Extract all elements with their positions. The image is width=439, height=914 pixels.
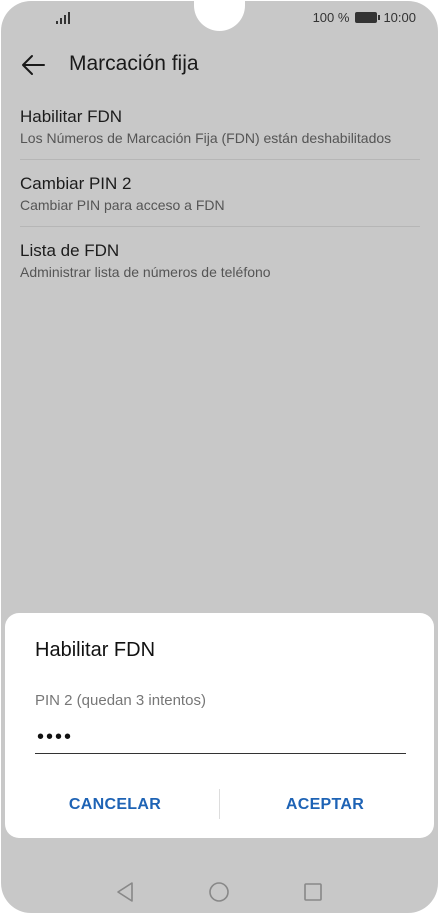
cancel-button[interactable]: CANCELAR (35, 787, 195, 823)
battery-icon (355, 12, 381, 23)
button-separator (219, 789, 220, 819)
clock: 10:00 (383, 10, 416, 25)
status-right: 100 % 10:00 (313, 10, 416, 25)
square-recent-icon[interactable] (301, 880, 325, 904)
pin-input[interactable] (35, 721, 406, 754)
app-bar: Marcación fija (1, 35, 438, 93)
setting-change-pin2[interactable]: Cambiar PIN 2 Cambiar PIN para acceso a … (1, 160, 438, 226)
circle-home-icon[interactable] (207, 880, 231, 904)
setting-subtitle: Cambiar PIN para acceso a FDN (20, 197, 225, 213)
navigation-bar (1, 867, 438, 913)
setting-enable-fdn[interactable]: Habilitar FDN Los Números de Marcación F… (1, 93, 438, 159)
dialog-title: Habilitar FDN (35, 639, 156, 661)
triangle-back-icon[interactable] (113, 880, 137, 904)
pin-dialog: Habilitar FDN PIN 2 (quedan 3 intentos) … (5, 613, 434, 838)
setting-subtitle: Administrar lista de números de teléfono (20, 264, 271, 280)
battery-percent: 100 % (312, 10, 350, 25)
arrow-left-icon[interactable] (19, 51, 47, 79)
accept-button[interactable]: ACEPTAR (245, 787, 405, 823)
status-bar: 100 % 10:00 (1, 1, 438, 35)
setting-subtitle: Los Números de Marcación Fija (FDN) está… (20, 130, 392, 146)
page-title: Marcación fija (69, 52, 199, 75)
signal-icon (56, 12, 70, 24)
phone-screen: 100 % 10:00 Marcación fija Habilitar FDN… (1, 1, 438, 913)
settings-list: Habilitar FDN Los Números de Marcación F… (1, 93, 438, 293)
setting-fdn-list[interactable]: Lista de FDN Administrar lista de número… (1, 227, 438, 293)
setting-title: Lista de FDN (20, 241, 120, 260)
setting-title: Cambiar PIN 2 (20, 174, 132, 193)
setting-title: Habilitar FDN (20, 107, 123, 126)
pin-field-label: PIN 2 (quedan 3 intentos) (35, 692, 206, 709)
